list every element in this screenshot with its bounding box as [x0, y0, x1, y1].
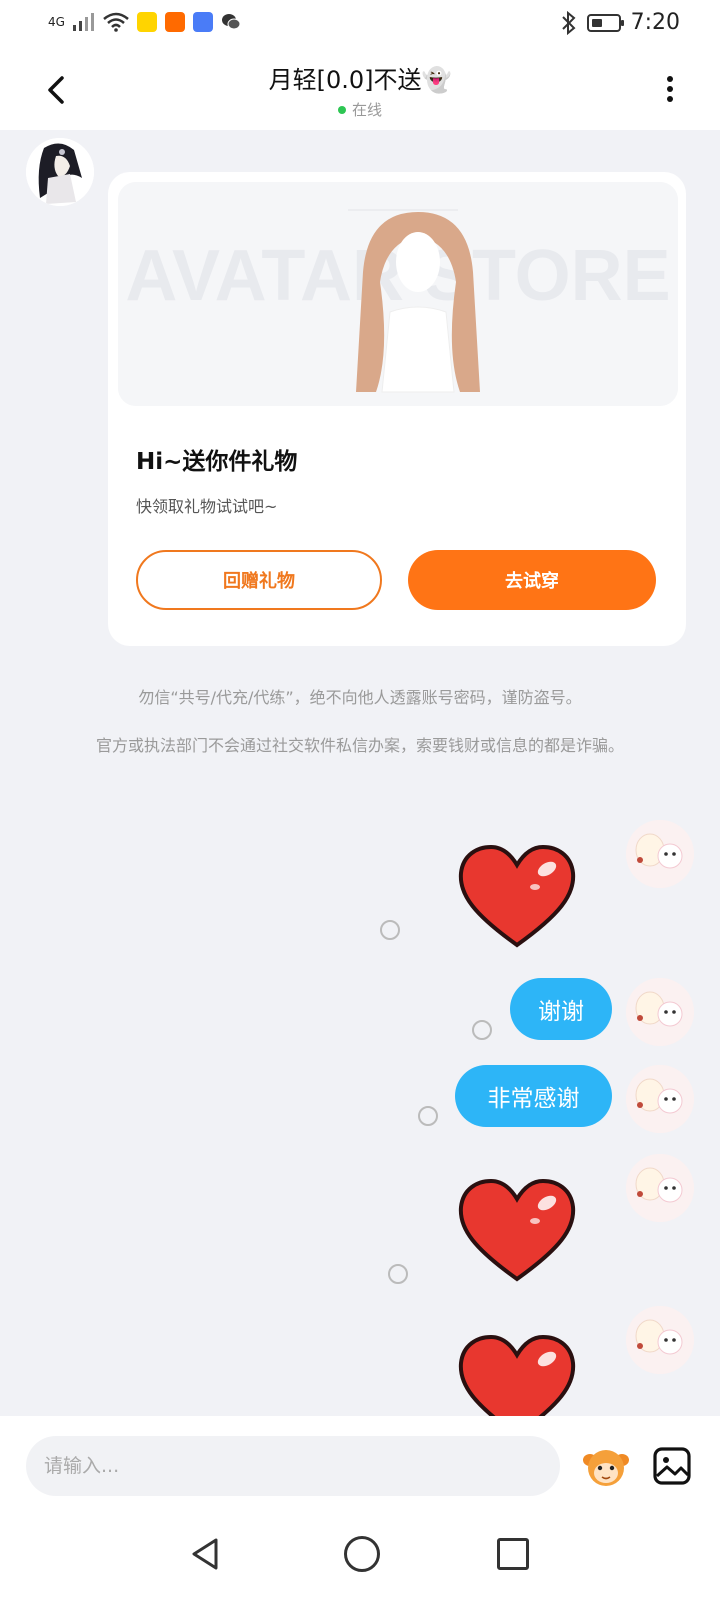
- try-on-button[interactable]: 去试穿: [408, 550, 656, 610]
- message-status-icon: [472, 1020, 492, 1040]
- message-input[interactable]: [26, 1436, 560, 1496]
- online-status-label: 在线: [351, 101, 382, 119]
- network-type: 4G: [48, 15, 65, 29]
- nav-home-icon[interactable]: [344, 1536, 380, 1572]
- status-right: 7:20: [561, 10, 680, 35]
- more-options-icon[interactable]: [660, 72, 680, 110]
- input-bar: [0, 1416, 720, 1516]
- message-status-icon: [388, 1264, 408, 1284]
- wifi-icon: [103, 12, 129, 32]
- gift-card-subtitle: 快领取礼物试试吧~: [136, 497, 278, 516]
- sender-avatar-image: [26, 138, 94, 206]
- nav-back-icon[interactable]: [188, 1536, 222, 1572]
- self-avatar[interactable]: [626, 820, 694, 888]
- wechat-icon: [221, 14, 241, 30]
- return-gift-button[interactable]: 回赠礼物: [136, 550, 382, 610]
- app-icon-orange: [164, 12, 185, 32]
- nav-recents-icon[interactable]: [497, 1538, 529, 1570]
- chat-header: 月轻[0.0]不送👻 在线: [0, 50, 720, 130]
- page-title: 月轻[0.0]不送👻: [268, 66, 452, 94]
- gift-card[interactable]: AVATAR STORE Hi~送你件礼物 快领取礼物试试吧~ 回赠礼物 去试穿: [108, 172, 686, 646]
- gift-preview-watermark: AVATAR STORE: [125, 236, 670, 316]
- app-icon-blue: [192, 12, 213, 32]
- signal-icon: [72, 13, 94, 31]
- message-status-icon: [418, 1106, 438, 1126]
- self-avatar[interactable]: [626, 1306, 694, 1374]
- message-status-icon: [380, 920, 400, 940]
- self-avatar[interactable]: [626, 1154, 694, 1222]
- online-dot: [337, 105, 346, 114]
- emoji-sticker-icon[interactable]: [580, 1440, 632, 1492]
- self-avatar[interactable]: [626, 978, 694, 1046]
- status-left: 4G: [48, 12, 241, 32]
- heart-sticker-icon[interactable]: [455, 843, 579, 951]
- clock: 7:20: [630, 10, 680, 35]
- security-notice: 勿信“共号/代充/代练”，绝不向他人透露账号密码，谨防盗号。: [138, 688, 582, 707]
- fraud-notice: 官方或执法部门不会通过社交软件私信办案，索要钱财或信息的都是诈骗。: [95, 736, 624, 755]
- message-bubble[interactable]: 非常感谢: [455, 1065, 612, 1127]
- image-picker-icon[interactable]: [652, 1446, 692, 1486]
- status-bar: 4G 7:20: [0, 0, 720, 50]
- header-title-group: 月轻[0.0]不送👻 在线: [0, 60, 720, 120]
- message-bubble[interactable]: 谢谢: [510, 978, 612, 1040]
- self-avatar[interactable]: [626, 1065, 694, 1133]
- online-status: 在线: [0, 99, 720, 120]
- heart-sticker-icon[interactable]: [455, 1177, 579, 1285]
- system-nav-bar: [0, 1516, 720, 1600]
- battery-icon: [586, 13, 624, 32]
- bluetooth-icon: [561, 10, 576, 35]
- gift-preview-image: AVATAR STORE: [118, 182, 678, 406]
- gift-card-title: Hi~送你件礼物: [136, 449, 298, 475]
- heart-sticker-icon[interactable]: [455, 1333, 579, 1416]
- sender-avatar[interactable]: [26, 138, 94, 206]
- app-icon-yellow: [136, 12, 157, 32]
